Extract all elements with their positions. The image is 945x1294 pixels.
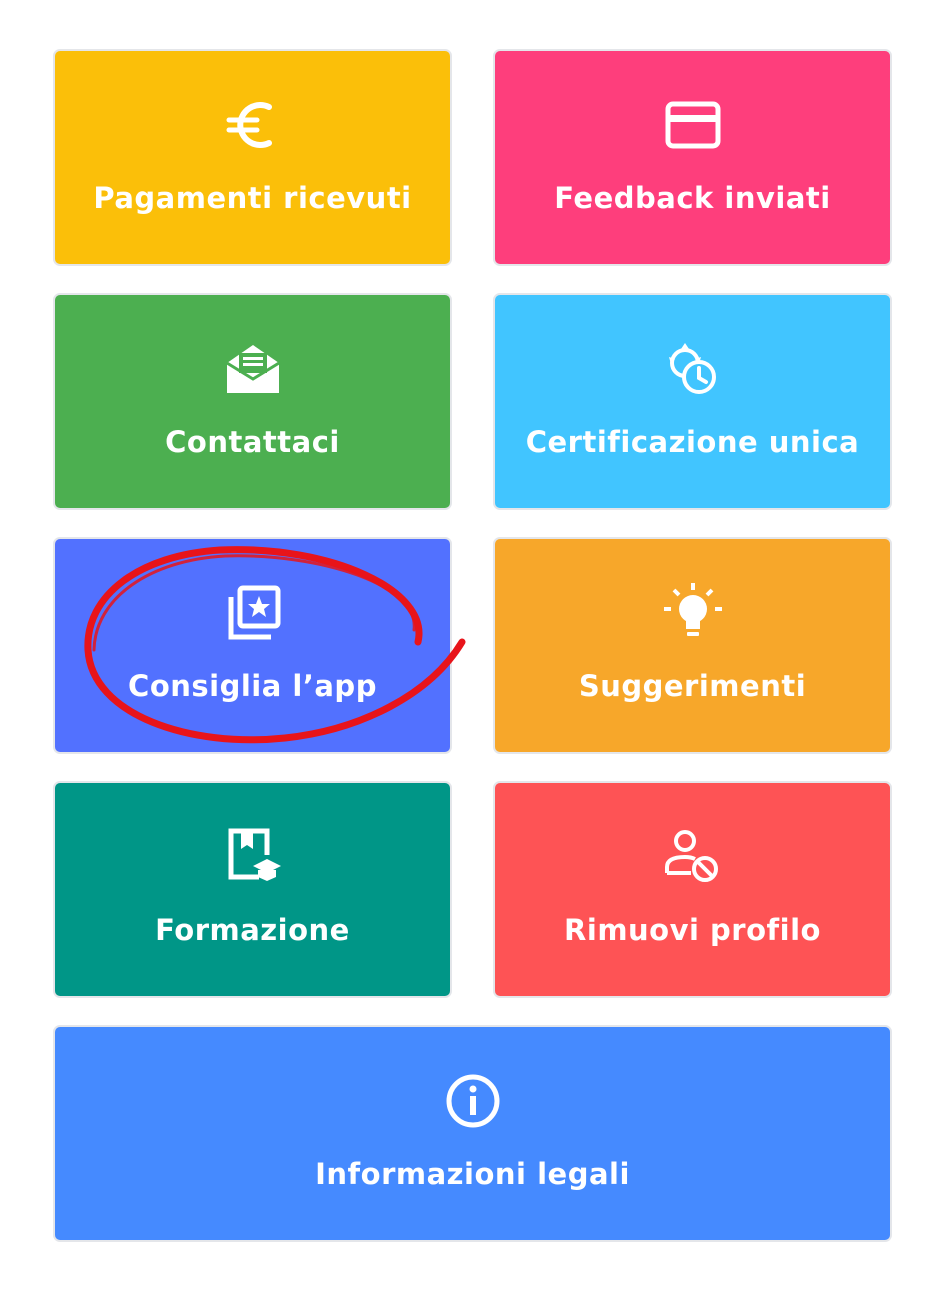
book-graduation-icon xyxy=(221,825,285,889)
tile-label: Feedback inviati xyxy=(554,181,831,215)
card-icon xyxy=(661,93,725,157)
tile-formazione[interactable]: Formazione xyxy=(53,781,452,998)
tile-label: Suggerimenti xyxy=(578,669,807,703)
tile-suggerimenti[interactable]: Suggerimenti xyxy=(493,537,892,754)
tile-label: Contattaci xyxy=(165,425,340,459)
info-icon xyxy=(441,1069,505,1133)
euro-icon xyxy=(221,93,285,157)
tile-label: Formazione xyxy=(155,913,350,947)
tile-pagamenti-ricevuti[interactable]: Pagamenti ricevuti xyxy=(53,49,452,266)
tile-rimuovi-profilo[interactable]: Rimuovi profilo xyxy=(493,781,892,998)
tile-label: Informazioni legali xyxy=(315,1157,630,1191)
tile-contattaci[interactable]: Contattaci xyxy=(53,293,452,510)
tile-feedback-inviati[interactable]: Feedback inviati xyxy=(493,49,892,266)
tile-label: Certificazione unica xyxy=(525,425,860,459)
tile-label: Rimuovi profilo xyxy=(564,913,821,947)
user-block-icon xyxy=(661,825,725,889)
tile-label: Pagamenti ricevuti xyxy=(93,181,412,215)
star-gallery-icon xyxy=(221,581,285,645)
tile-informazioni-legali[interactable]: Informazioni legali xyxy=(53,1025,892,1242)
tile-consiglia-app[interactable]: Consiglia l’app xyxy=(53,537,452,754)
clock-cycle-icon xyxy=(661,337,725,401)
envelope-open-icon xyxy=(221,337,285,401)
lightbulb-icon xyxy=(661,581,725,645)
tile-label: Consiglia l’app xyxy=(128,669,377,703)
tile-certificazione-unica[interactable]: Certificazione unica xyxy=(493,293,892,510)
